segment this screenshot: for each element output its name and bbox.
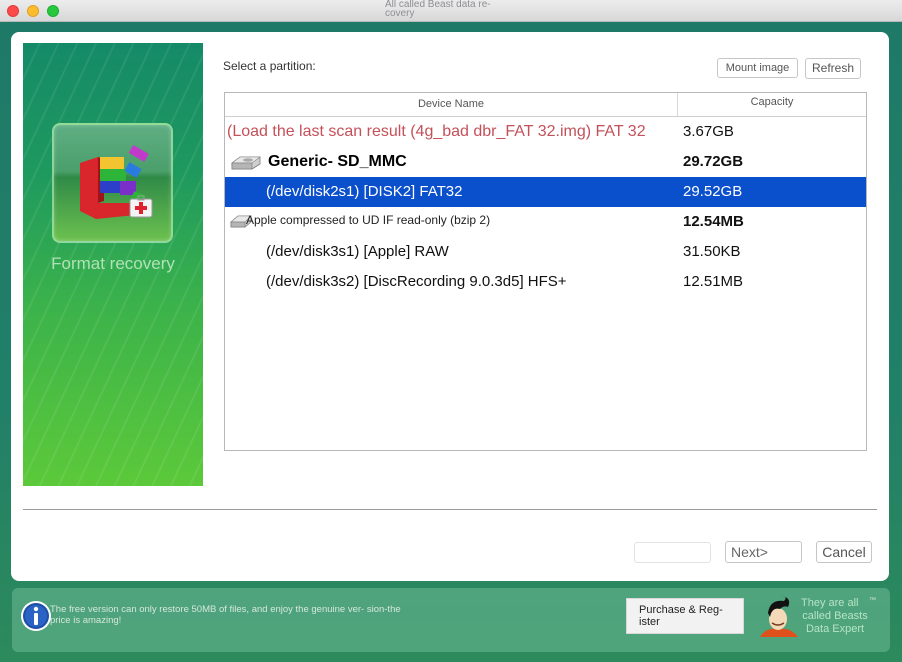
partition-table[interactable]: Device Name Capacity (Load the last scan… bbox=[224, 92, 867, 451]
table-row-partition-selected[interactable]: (/dev/disk2s1) [DISK2] FAT32 29.52GB bbox=[225, 177, 866, 207]
capacity: 12.51MB bbox=[683, 273, 744, 290]
next-button[interactable]: Next> bbox=[725, 541, 802, 563]
info-icon bbox=[21, 601, 51, 631]
disk-defrag-firstaid-icon bbox=[80, 145, 153, 219]
device-name: Apple compressed to UD IF read-only (bzi… bbox=[246, 213, 491, 227]
purchase-register-button[interactable]: Purchase & Reg- ister bbox=[626, 598, 744, 634]
previous-button[interactable] bbox=[634, 542, 711, 563]
title-bar: All called Beast data re- covery bbox=[0, 0, 902, 22]
brand-line-1: They are all bbox=[801, 597, 859, 609]
device-name: (Load the last scan result (4g_bad dbr_F… bbox=[227, 123, 646, 140]
close-window-button[interactable] bbox=[7, 5, 19, 17]
table-row-device[interactable]: Generic- SD_MMC 29.72GB bbox=[225, 147, 866, 177]
column-header-capacity[interactable]: Capacity bbox=[678, 93, 866, 116]
format-recovery-tile[interactable] bbox=[52, 123, 173, 243]
partition-name: (/dev/disk3s2) [DiscRecording 9.0.3d5] H… bbox=[266, 273, 567, 290]
minimize-window-button[interactable] bbox=[27, 5, 39, 17]
cancel-button[interactable]: Cancel bbox=[816, 541, 872, 563]
table-row-scan-result[interactable]: (Load the last scan result (4g_bad dbr_F… bbox=[225, 117, 866, 147]
column-header-device-name[interactable]: Device Name bbox=[225, 93, 678, 116]
partition-name: (/dev/disk2s1) [DISK2] FAT32 bbox=[266, 183, 463, 200]
trademark-symbol: ™ bbox=[869, 597, 876, 604]
table-row-partition[interactable]: (/dev/disk3s1) [Apple] RAW 31.50KB bbox=[225, 237, 866, 267]
partition-name: (/dev/disk3s1) [Apple] RAW bbox=[266, 243, 449, 260]
maximize-window-button[interactable] bbox=[47, 5, 59, 17]
format-recovery-label: Format recovery bbox=[51, 254, 175, 273]
mount-image-button[interactable]: Mount image bbox=[717, 58, 798, 78]
brand-line-3: Data Expert bbox=[805, 623, 865, 635]
capacity: 3.67GB bbox=[683, 123, 734, 140]
table-row-device[interactable]: Apple compressed to UD IF read-only (bzi… bbox=[225, 207, 866, 237]
table-header: Device Name Capacity bbox=[225, 93, 866, 117]
divider bbox=[23, 509, 877, 510]
capacity: 12.54MB bbox=[683, 213, 744, 230]
window-title: All called Beast data re- covery bbox=[385, 0, 491, 19]
sidebar: Format recovery bbox=[23, 43, 203, 486]
brand-line-2: called Beasts bbox=[802, 610, 868, 622]
hard-disk-icon bbox=[231, 156, 261, 170]
select-partition-label: Select a partition: bbox=[223, 59, 316, 73]
brand-tagline: They are all called Beasts Data Expert bbox=[800, 597, 870, 636]
capacity: 31.50KB bbox=[683, 243, 741, 260]
free-version-message: The free version can only restore 50MB o… bbox=[50, 604, 401, 626]
beast-mascot-logo bbox=[760, 596, 798, 637]
refresh-button[interactable]: Refresh bbox=[805, 58, 861, 79]
table-row-partition[interactable]: (/dev/disk3s2) [DiscRecording 9.0.3d5] H… bbox=[225, 267, 866, 297]
capacity: 29.52GB bbox=[683, 183, 743, 200]
capacity: 29.72GB bbox=[683, 153, 744, 170]
device-name: Generic- SD_MMC bbox=[268, 153, 407, 170]
